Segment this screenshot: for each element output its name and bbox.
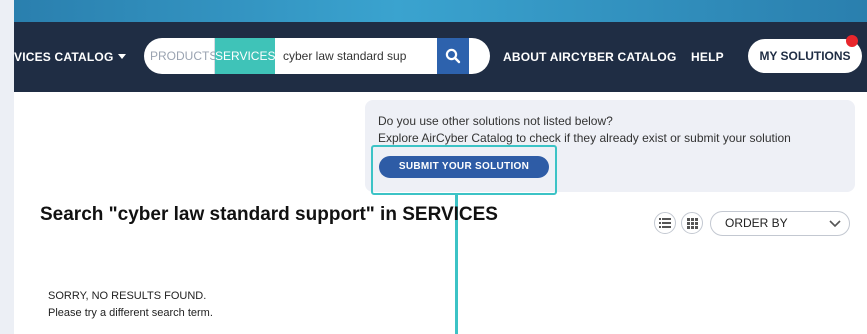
chevron-down-icon: [829, 220, 841, 228]
grid-view-button[interactable]: [681, 212, 703, 234]
highlight-box: [371, 145, 557, 195]
page-title: Search "cyber law standard support" in S…: [40, 204, 498, 225]
search-bar: PRODUCTS SERVICES: [144, 38, 490, 74]
navbar: VICES CATALOG PRODUCTS SERVICES ABOUT AI…: [14, 22, 867, 92]
order-by-label: ORDER BY: [725, 216, 788, 230]
page-frame: VICES CATALOG PRODUCTS SERVICES ABOUT AI…: [14, 0, 867, 334]
list-view-button[interactable]: [654, 212, 676, 234]
about-link[interactable]: ABOUT AIRCYBER CATALOG: [503, 50, 677, 64]
search-button[interactable]: [437, 38, 469, 74]
banner-line-2: Explore AirCyber Catalog to check if the…: [378, 131, 791, 145]
caret-down-icon: [117, 54, 126, 59]
notification-dot: [846, 35, 858, 47]
help-link[interactable]: HELP: [691, 50, 724, 64]
catalog-menu[interactable]: VICES CATALOG: [14, 50, 126, 64]
search-input[interactable]: [275, 38, 437, 74]
search-icon: [445, 48, 461, 64]
my-solutions-button[interactable]: MY SOLUTIONS: [748, 39, 862, 73]
grid-view-icon: [686, 217, 698, 229]
no-results-message: SORRY, NO RESULTS FOUND.: [48, 290, 207, 302]
banner-line-1: Do you use other solutions not listed be…: [378, 114, 613, 128]
no-results-hint: Please try a different search term.: [48, 307, 213, 319]
list-view-icon: [659, 218, 671, 228]
top-accent-strip: [14, 0, 867, 22]
tab-products[interactable]: PRODUCTS: [144, 38, 217, 74]
catalog-menu-label: VICES CATALOG: [14, 50, 114, 64]
tab-services[interactable]: SERVICES: [215, 38, 275, 74]
order-by-select[interactable]: ORDER BY: [710, 211, 850, 236]
